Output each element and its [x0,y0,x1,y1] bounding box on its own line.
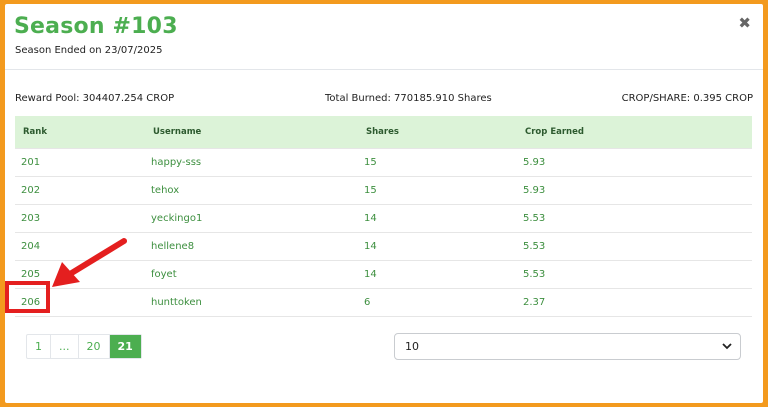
annotation-arrow-icon [52,238,127,287]
annotation-highlight-box [5,281,50,313]
